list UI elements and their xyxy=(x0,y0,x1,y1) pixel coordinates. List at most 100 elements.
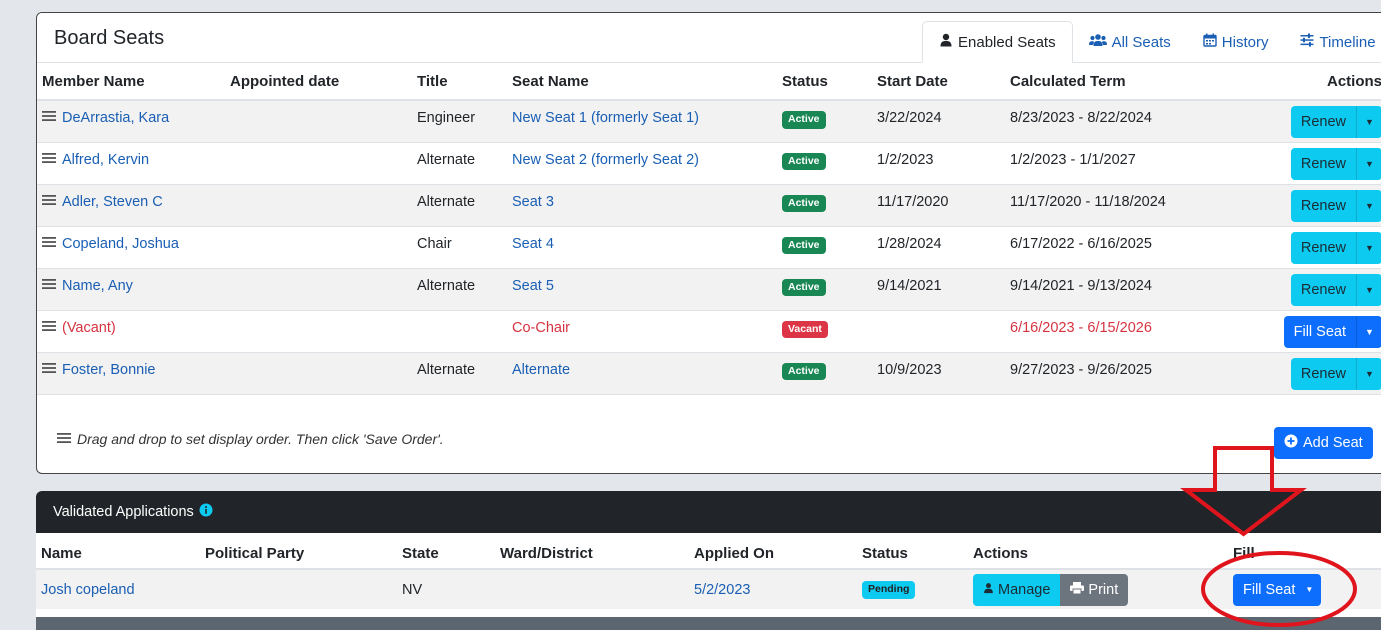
seat-row[interactable]: Alfred, Kervin Alternate New Seat 2 (forme… xyxy=(37,142,1381,185)
col-name[interactable]: Name xyxy=(36,533,200,570)
col-app-status[interactable]: Status xyxy=(857,533,968,570)
applications-header-row: Name Political Party State Ward/District… xyxy=(36,533,1381,570)
fill-seat-button[interactable]: Fill Seat xyxy=(1283,315,1356,348)
member-name-link[interactable]: DeArrastia, Kara xyxy=(62,110,169,126)
appointed-date xyxy=(225,268,412,311)
tab-timeline[interactable]: Timeline xyxy=(1284,21,1381,63)
seat-name-link[interactable]: New Seat 2 (formerly Seat 2) xyxy=(512,152,699,168)
renew-button[interactable]: Renew xyxy=(1290,231,1356,264)
drag-handle-icon[interactable] xyxy=(42,194,56,206)
action-dropdown-toggle[interactable]: ▼ xyxy=(1356,315,1381,348)
applications-header: Validated Applications xyxy=(36,491,1381,533)
col-applied-on[interactable]: Applied On xyxy=(689,533,857,570)
start-date: 3/22/2024 xyxy=(872,100,1005,143)
renew-button[interactable]: Renew xyxy=(1290,273,1356,306)
manage-button[interactable]: Manage xyxy=(973,573,1061,606)
member-name-link[interactable]: Name, Any xyxy=(62,278,133,294)
plus-circle-icon xyxy=(1284,434,1298,452)
drag-order-note: Drag and drop to set display order. Then… xyxy=(57,431,444,447)
seat-name-link[interactable]: Seat 3 xyxy=(512,194,554,210)
action-dropdown-toggle[interactable]: ▼ xyxy=(1356,273,1381,306)
user-icon xyxy=(983,582,994,598)
seat-title: Chair xyxy=(412,226,507,269)
status-badge: Active xyxy=(782,362,826,381)
action-dropdown-toggle[interactable]: ▼ xyxy=(1356,357,1381,390)
col-status[interactable]: Status xyxy=(777,64,872,101)
seat-row[interactable]: DeArrastia, Kara Engineer New Seat 1 (form… xyxy=(37,100,1381,143)
applied-on-link[interactable]: 5/2/2023 xyxy=(694,582,750,598)
col-seat-name[interactable]: Seat Name xyxy=(507,64,777,101)
col-member-name[interactable]: Member Name xyxy=(37,64,225,101)
seat-name-link[interactable]: Co-Chair xyxy=(512,320,570,336)
member-name-link[interactable]: (Vacant) xyxy=(62,320,116,336)
seat-row[interactable]: (Vacant) Co-Chair Vacant 6/16/2023 - 6/15/2… xyxy=(37,310,1381,353)
calculated-term: 6/17/2022 - 6/16/2025 xyxy=(1005,226,1238,269)
start-date: 11/17/2020 xyxy=(872,184,1005,227)
seat-name-link[interactable]: Seat 5 xyxy=(512,278,554,294)
renew-button[interactable]: Renew xyxy=(1290,106,1356,138)
seats-table: Member Name Appointed date Title Seat Na… xyxy=(37,64,1381,395)
seat-title xyxy=(412,310,507,353)
col-fill: Fill xyxy=(1203,533,1381,570)
col-appointed-date[interactable]: Appointed date xyxy=(225,64,412,101)
col-actions: Actions xyxy=(1238,64,1381,101)
appointed-date xyxy=(225,310,412,353)
seat-title: Alternate xyxy=(412,268,507,311)
calculated-term: 6/16/2023 - 6/15/2026 xyxy=(1005,310,1238,353)
action-dropdown-toggle[interactable]: ▼ xyxy=(1356,231,1381,264)
renew-button[interactable]: Renew xyxy=(1290,147,1356,180)
seat-name-link[interactable]: New Seat 1 (formerly Seat 1) xyxy=(512,110,699,126)
renew-button[interactable]: Renew xyxy=(1290,357,1356,390)
drag-handle-icon[interactable] xyxy=(42,320,56,332)
fill-seat-dropdown-toggle[interactable]: ▼ xyxy=(1305,573,1322,606)
seat-row[interactable]: Name, Any Alternate Seat 5 Active 9/14/2021 9… xyxy=(37,268,1381,311)
col-calculated-term[interactable]: Calculated Term xyxy=(1005,64,1238,101)
fill-seat-button[interactable]: Fill Seat xyxy=(1233,573,1306,606)
print-button[interactable]: Print xyxy=(1060,573,1129,606)
board-seats-header: Board Seats Enabled Seats All Seats Hist… xyxy=(37,13,1381,63)
seat-tabs: Enabled Seats All Seats History Timeline xyxy=(922,21,1381,63)
status-badge: Active xyxy=(782,111,826,129)
start-date: 9/14/2021 xyxy=(872,268,1005,311)
col-title[interactable]: Title xyxy=(412,64,507,101)
drag-handle-icon[interactable] xyxy=(42,152,56,164)
drag-handle-icon[interactable] xyxy=(42,236,56,248)
users-icon xyxy=(1088,33,1107,51)
member-name-link[interactable]: Foster, Bonnie xyxy=(62,362,156,378)
printer-icon xyxy=(1070,581,1085,598)
seats-header-row: Member Name Appointed date Title Seat Na… xyxy=(37,64,1381,101)
col-ward-district[interactable]: Ward/District xyxy=(495,533,689,570)
drag-handle-icon[interactable] xyxy=(42,362,56,374)
tab-enabled-seats[interactable]: Enabled Seats xyxy=(922,21,1073,63)
drag-handle-icon[interactable] xyxy=(42,278,56,290)
drag-handle-icon[interactable] xyxy=(42,110,56,122)
col-start-date[interactable]: Start Date xyxy=(872,64,1005,101)
seat-row[interactable]: Copeland, Joshua Chair Seat 4 Active 1/28/20… xyxy=(37,226,1381,269)
seat-name-link[interactable]: Alternate xyxy=(512,362,570,378)
action-dropdown-toggle[interactable]: ▼ xyxy=(1356,106,1381,138)
renew-split-button: Renew ▼ xyxy=(1290,357,1381,390)
action-dropdown-toggle[interactable]: ▼ xyxy=(1356,189,1381,222)
applicant-name-link[interactable]: Josh copeland xyxy=(41,582,135,598)
member-name-link[interactable]: Copeland, Joshua xyxy=(62,236,179,252)
seat-name-link[interactable]: Seat 4 xyxy=(512,236,554,252)
member-name-link[interactable]: Adler, Steven C xyxy=(62,194,163,210)
tab-all-seats[interactable]: All Seats xyxy=(1073,21,1187,63)
calculated-term: 11/17/2020 - 11/18/2024 xyxy=(1005,184,1238,227)
applicant-ward xyxy=(495,569,689,609)
renew-split-button: Renew ▼ xyxy=(1290,106,1381,138)
col-political-party[interactable]: Political Party xyxy=(200,533,397,570)
applications-footer-bar xyxy=(36,617,1381,630)
col-state[interactable]: State xyxy=(397,533,495,570)
seat-row[interactable]: Foster, Bonnie Alternate Alternate Active 10… xyxy=(37,352,1381,395)
status-badge: Active xyxy=(782,236,826,255)
fill-seat-split-button: Fill Seat ▼ xyxy=(1283,315,1381,348)
tab-history[interactable]: History xyxy=(1187,21,1285,63)
renew-button[interactable]: Renew xyxy=(1290,189,1356,222)
action-dropdown-toggle[interactable]: ▼ xyxy=(1356,147,1381,180)
seat-row[interactable]: Adler, Steven C Alternate Seat 3 Active 11/1… xyxy=(37,184,1381,227)
add-seat-button[interactable]: Add Seat xyxy=(1274,427,1373,459)
page-title: Board Seats xyxy=(54,27,165,49)
info-icon[interactable] xyxy=(199,503,213,521)
member-name-link[interactable]: Alfred, Kervin xyxy=(62,152,149,168)
